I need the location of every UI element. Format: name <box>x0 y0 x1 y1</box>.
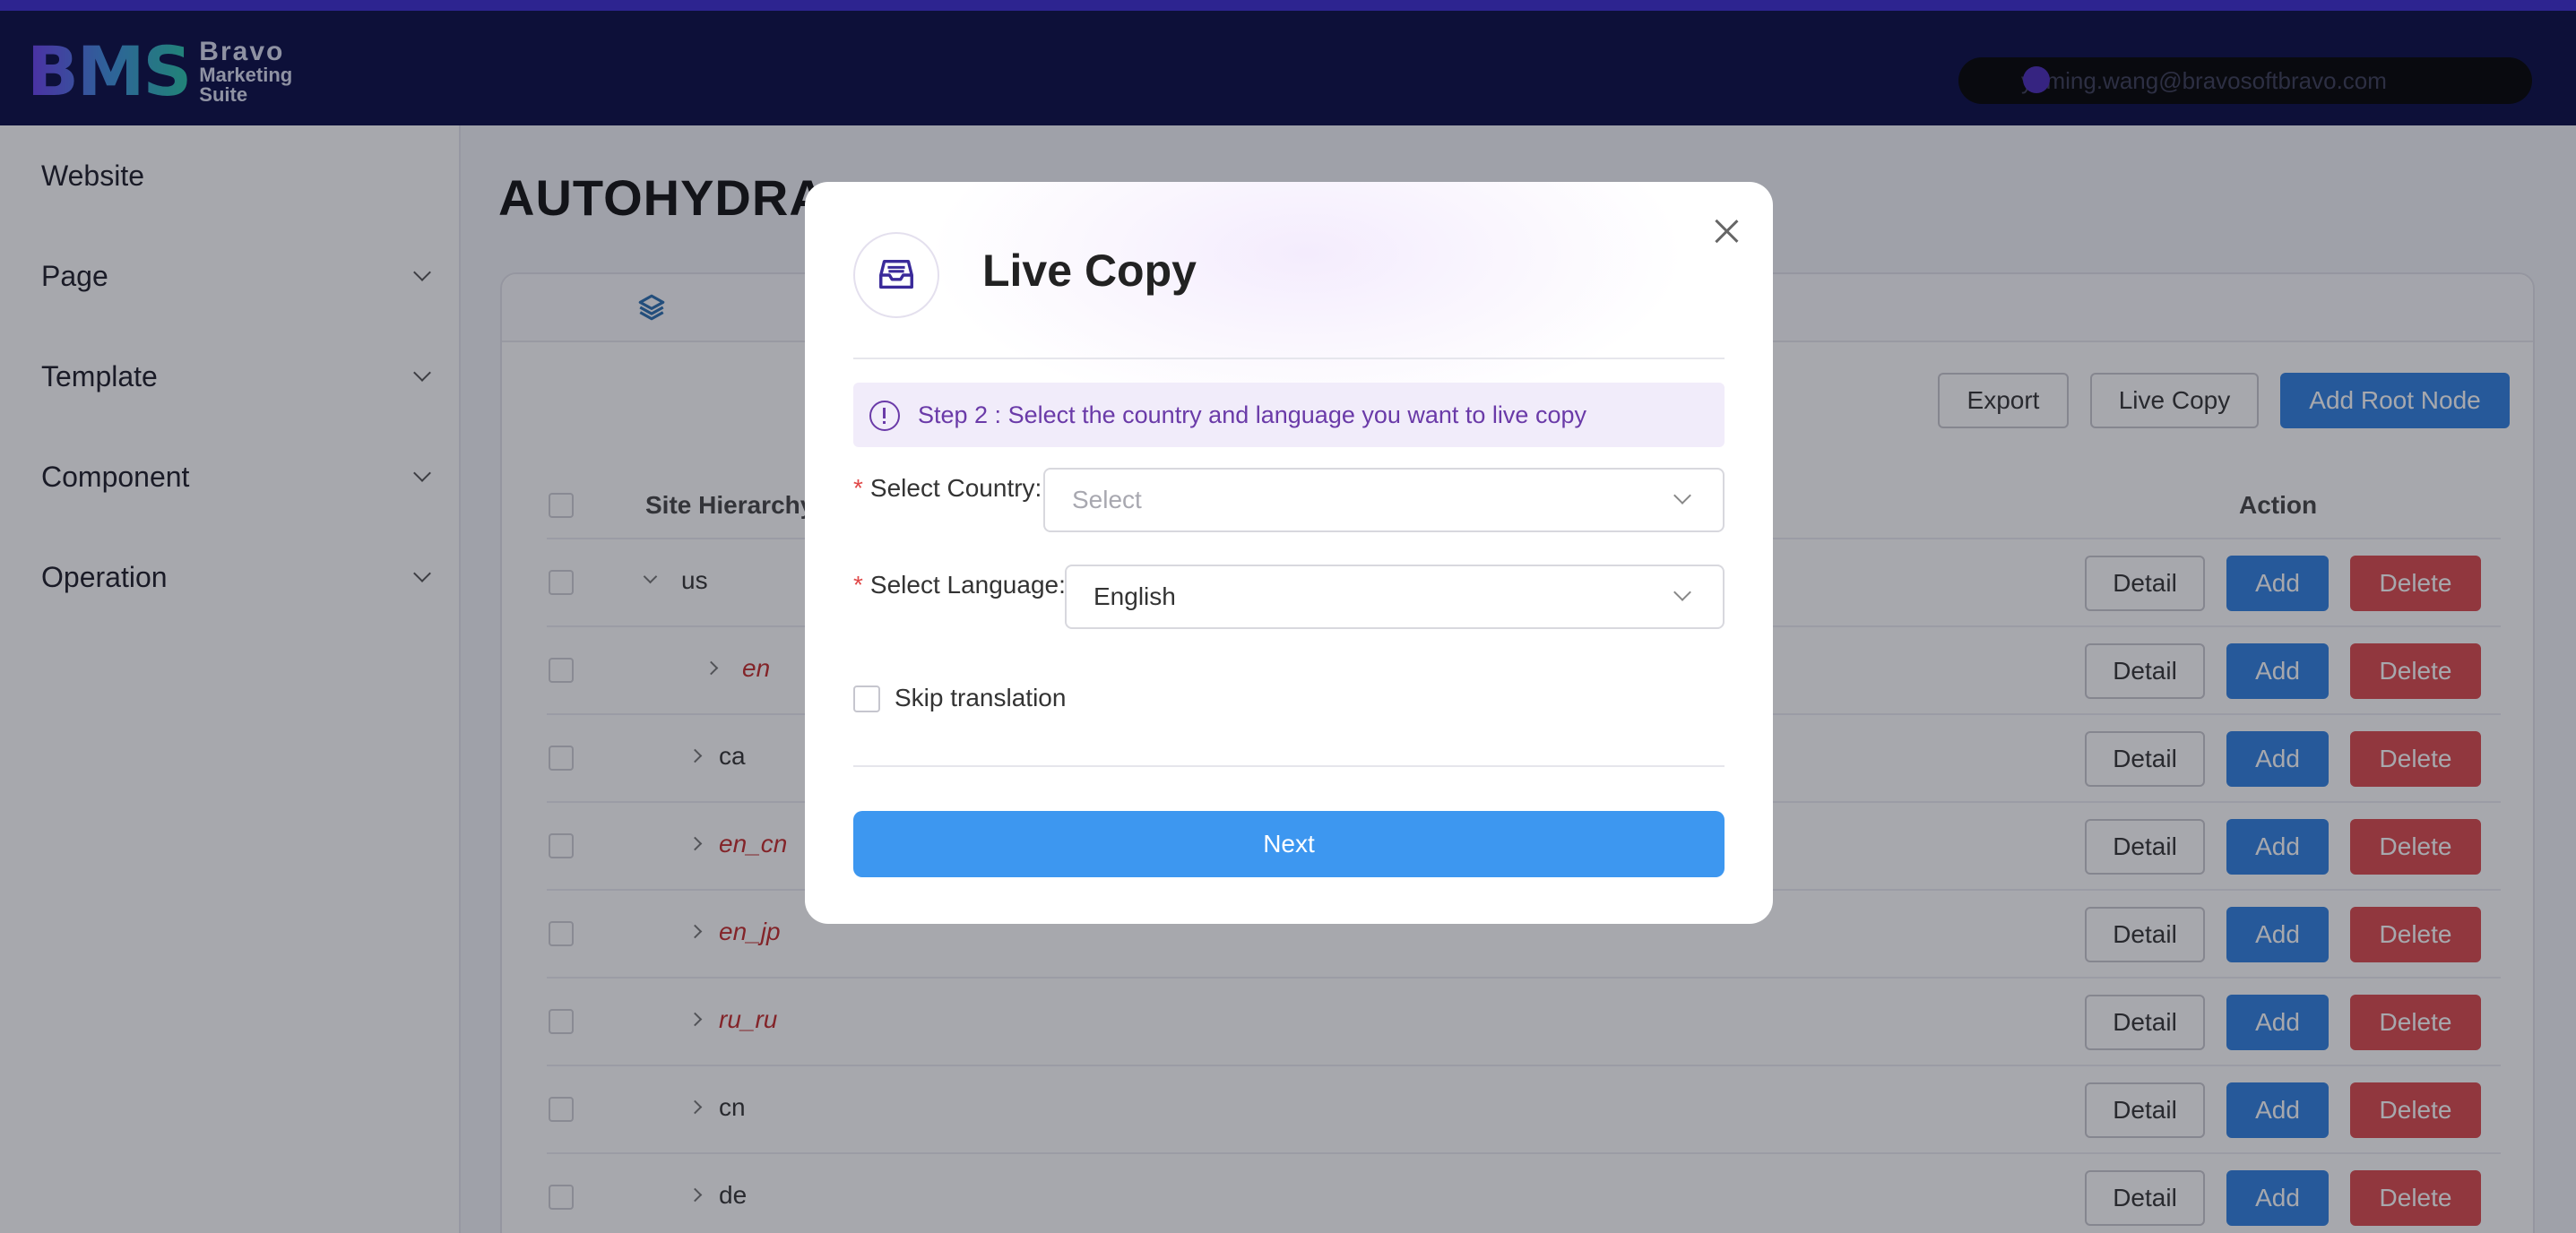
step-alert: Step 2 : Select the country and language… <box>853 383 1725 447</box>
country-label: * Select Country: <box>853 474 1042 503</box>
chevron-down-icon <box>1673 487 1691 504</box>
inbox-icon-graphic <box>879 259 913 289</box>
required-mark: * <box>853 474 863 502</box>
country-select[interactable]: Select <box>1043 468 1725 532</box>
inbox-icon <box>853 232 939 318</box>
close-icon[interactable] <box>1708 214 1744 250</box>
live-copy-modal: Live Copy Step 2 : Select the country an… <box>805 182 1773 924</box>
chevron-down-icon <box>1673 583 1691 601</box>
skip-translation-label[interactable]: Skip translation <box>895 684 1066 712</box>
modal-title: Live Copy <box>982 246 1197 296</box>
language-label: * Select Language: <box>853 571 1066 599</box>
required-mark: * <box>853 571 863 599</box>
country-select-placeholder: Select <box>1072 486 1142 513</box>
modal-divider-bottom <box>853 765 1725 767</box>
step-alert-text: Step 2 : Select the country and language… <box>918 401 1586 428</box>
modal-divider-top <box>853 358 1725 359</box>
app-window: BMS Bravo Marketing Suite yuming.wang@br… <box>0 0 2576 1233</box>
country-label-text: Select Country: <box>869 474 1042 502</box>
language-select[interactable]: English <box>1065 565 1725 629</box>
skip-translation-checkbox[interactable] <box>853 685 880 712</box>
info-icon <box>869 401 900 431</box>
language-label-text: Select Language: <box>869 571 1066 599</box>
next-button[interactable]: Next <box>853 811 1725 877</box>
language-select-value: English <box>1094 582 1176 610</box>
